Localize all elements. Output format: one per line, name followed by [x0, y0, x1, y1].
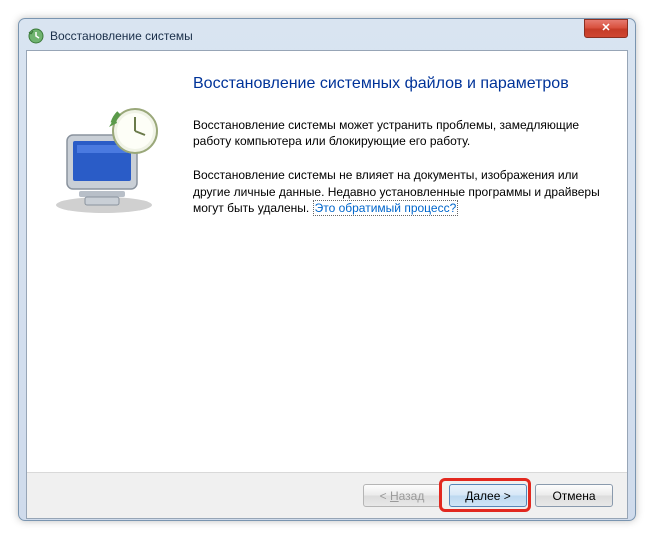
- page-heading: Восстановление системных файлов и параме…: [193, 75, 605, 93]
- close-button[interactable]: ✕: [584, 19, 628, 38]
- reversible-process-link[interactable]: Это обратимый процесс?: [313, 200, 459, 216]
- cancel-button[interactable]: Отмена: [535, 484, 613, 507]
- next-button[interactable]: Далее >: [449, 484, 527, 507]
- system-restore-illustration: [49, 105, 167, 215]
- window-title: Восстановление системы: [50, 29, 626, 43]
- dialog-window: Восстановление системы ✕: [18, 18, 636, 521]
- content-area: Восстановление системных файлов и параме…: [27, 51, 627, 234]
- illustration-column: [49, 69, 189, 234]
- description-paragraph-2: Восстановление системы не влияет на доку…: [193, 167, 605, 216]
- close-icon: ✕: [601, 23, 610, 34]
- description-paragraph-1: Восстановление системы может устранить п…: [193, 117, 605, 149]
- text-column: Восстановление системных файлов и параме…: [189, 69, 605, 234]
- titlebar: Восстановление системы ✕: [26, 26, 628, 50]
- system-restore-icon: [28, 28, 44, 44]
- dialog-content: Восстановление системных файлов и параме…: [26, 50, 628, 519]
- back-button: < Назад: [363, 484, 441, 507]
- button-bar: < Назад Далее > Отмена: [27, 472, 627, 518]
